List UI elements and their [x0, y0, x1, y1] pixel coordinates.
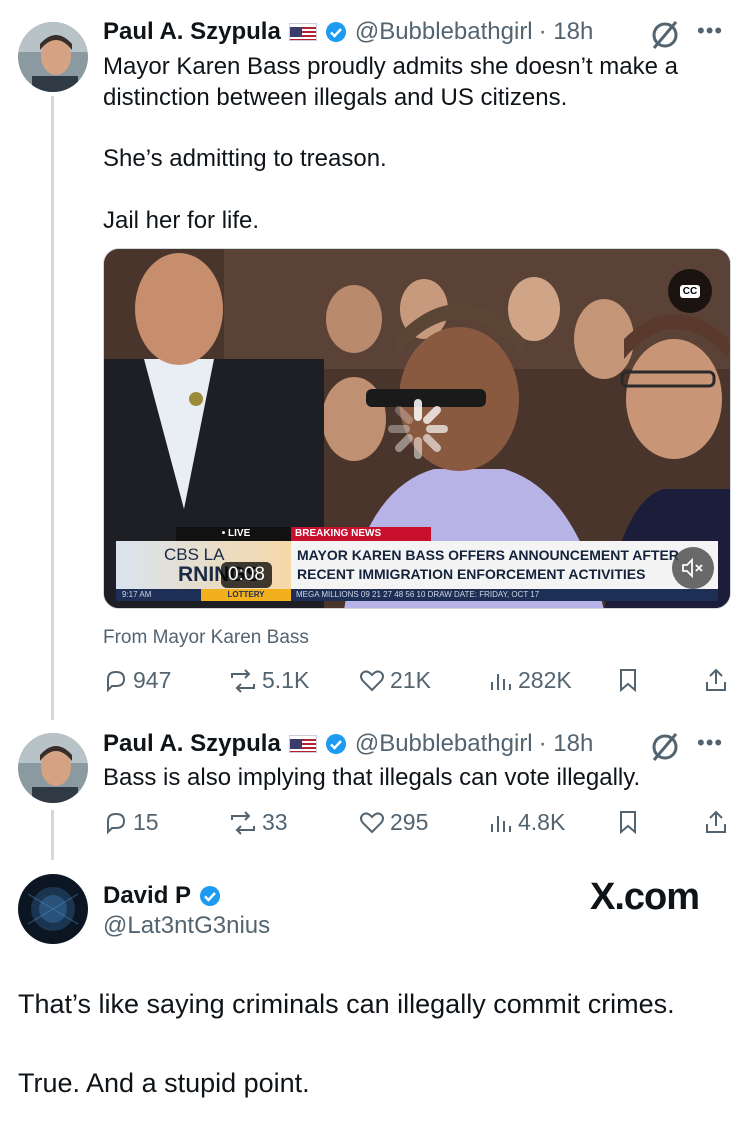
info-strip: 9:17 AM LOTTERY MEGA MILLIONS 09 21 27 4… [116, 589, 718, 601]
post-text-line: She’s admitting to treason. [103, 145, 387, 172]
video-player[interactable]: CC • LIVE BREAKING NEWS CBS LA RNINGS MA… [103, 248, 731, 609]
bookmark-icon[interactable] [616, 667, 644, 693]
post-text-line: That’s like saying criminals can illegal… [18, 989, 675, 1019]
avatar[interactable] [18, 874, 88, 944]
post-time[interactable]: · 18h [539, 730, 594, 758]
views-icon [491, 673, 511, 690]
like-button[interactable]: 21K [358, 667, 431, 694]
post-text-line: Jail her for life. [103, 207, 260, 234]
grok-icon[interactable] [648, 18, 682, 52]
grok-icon[interactable] [648, 730, 682, 764]
post-text-line: Mayor Karen Bass proudly admits she does… [103, 53, 678, 80]
repost-count: 5.1K [262, 667, 310, 693]
views-count: 282K [518, 667, 572, 693]
post-text-line: distinction between illegals and US citi… [103, 84, 568, 111]
watermark: X.com [590, 876, 700, 918]
headline-box: MAYOR KAREN BASS OFFERS ANNOUNCEMENT AFT… [291, 541, 718, 589]
repost-icon [231, 810, 255, 835]
mute-icon[interactable] [672, 547, 714, 589]
views-button[interactable]: 4.8K [488, 809, 565, 836]
captions-label: CC [679, 284, 701, 298]
reply-button[interactable]: 15 [103, 809, 159, 836]
repost-button[interactable]: 5.1K [228, 667, 309, 694]
post-text-line: Bass is also implying that illegals can … [103, 764, 641, 791]
us-flag-icon [288, 735, 317, 753]
captions-button[interactable]: CC [668, 269, 712, 313]
strip-time: 9:17 AM [122, 590, 152, 599]
post-actions: 947 5.1K 21K 282K [103, 667, 731, 697]
views-icon [491, 815, 511, 832]
author-name[interactable]: David P [103, 882, 191, 910]
like-icon [360, 669, 384, 691]
repost-count: 33 [262, 809, 288, 835]
strip-mega-millions: MEGA MILLIONS 09 21 27 48 56 10 DRAW DAT… [296, 590, 540, 599]
views-button[interactable]: 282K [488, 667, 572, 694]
bookmark-icon[interactable] [616, 809, 644, 835]
author-handle[interactable]: @Bubblebathgirl [355, 18, 533, 46]
author-name[interactable]: Paul A. Szypula [103, 730, 281, 758]
author-handle[interactable]: @Bubblebathgirl [355, 730, 533, 758]
reply-count: 947 [133, 667, 172, 693]
strip-lottery: LOTTERY [201, 589, 291, 601]
like-count: 21K [390, 667, 431, 693]
post-actions: 15 33 295 4.8K [103, 809, 731, 839]
post-text-line: True. And a stupid point. [18, 1068, 310, 1098]
verified-badge-icon [325, 733, 347, 755]
more-icon[interactable]: ••• [697, 18, 723, 44]
verified-badge-icon [325, 21, 347, 43]
reply-count: 15 [133, 809, 159, 835]
share-icon[interactable] [704, 667, 732, 693]
avatar[interactable] [18, 22, 88, 92]
reply-icon [107, 812, 126, 834]
us-flag-icon [288, 23, 317, 41]
repost-button[interactable]: 33 [228, 809, 288, 836]
author-handle[interactable]: @Lat3ntG3nius [103, 912, 270, 940]
video-timestamp: 0:08 [221, 562, 272, 588]
post-header: Paul A. Szypula @Bubblebathgirl · 18h [103, 18, 593, 46]
breaking-news-tag: BREAKING NEWS [291, 527, 431, 541]
thread-line [51, 810, 54, 860]
reply-button[interactable]: 947 [103, 667, 171, 694]
headline-line: RECENT IMMIGRATION ENFORCEMENT ACTIVITIE… [297, 566, 646, 582]
avatar[interactable] [18, 733, 88, 803]
share-icon[interactable] [704, 809, 732, 835]
post-time[interactable]: · 18h [539, 18, 594, 46]
more-icon[interactable]: ••• [697, 730, 723, 756]
author-name[interactable]: Paul A. Szypula [103, 18, 281, 46]
like-button[interactable]: 295 [358, 809, 428, 836]
news-ticker: • LIVE BREAKING NEWS CBS LA RNINGS MAYOR… [116, 527, 718, 601]
verified-badge-icon [199, 885, 221, 907]
station-logo-line: CBS LA [164, 545, 225, 564]
headline-line: MAYOR KAREN BASS OFFERS ANNOUNCEMENT AFT… [297, 547, 679, 563]
reply-icon [107, 670, 126, 692]
live-tag: • LIVE [176, 527, 296, 541]
post-header: David P [103, 882, 221, 910]
thread-line [51, 96, 54, 720]
post-header: Paul A. Szypula @Bubblebathgirl · 18h [103, 730, 593, 758]
repost-icon [231, 668, 255, 693]
views-count: 4.8K [518, 809, 566, 835]
like-icon [360, 811, 384, 833]
like-count: 295 [390, 809, 429, 835]
video-source[interactable]: From Mayor Karen Bass [103, 627, 309, 649]
